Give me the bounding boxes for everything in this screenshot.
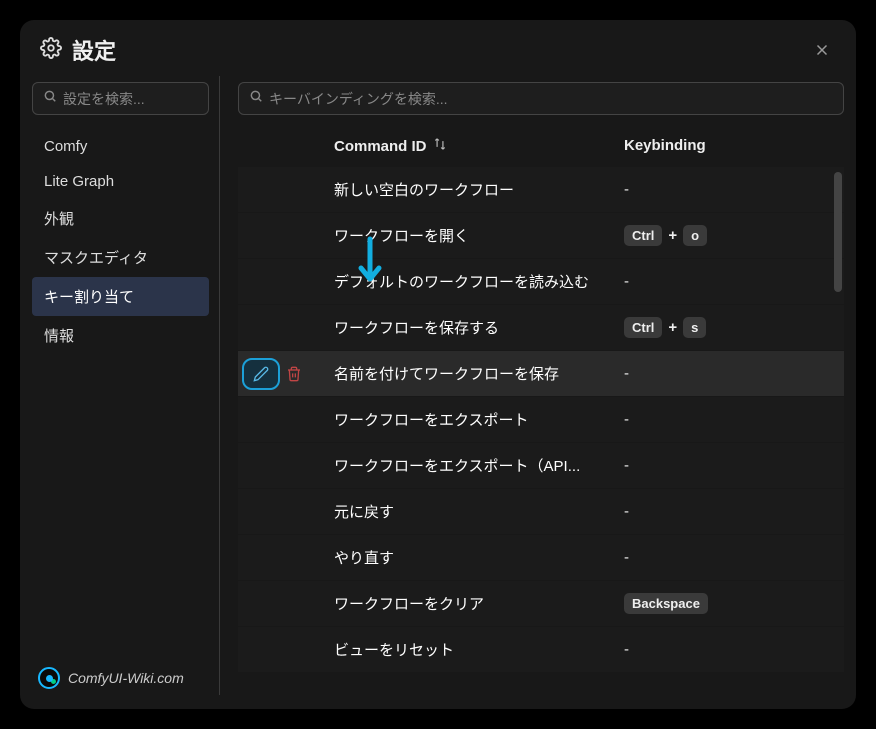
table-row[interactable]: やり直す-: [238, 535, 844, 580]
delete-keybinding-button[interactable]: [286, 366, 302, 382]
keybinding-search-input[interactable]: [269, 91, 833, 107]
keybinding-cell: Ctrl+o: [624, 225, 844, 246]
table-row[interactable]: 新しい空白のワークフロー-: [238, 167, 844, 212]
keybinding-cell: -: [624, 641, 844, 658]
trash-icon: [286, 366, 302, 382]
keybinding-cell: Ctrl+s: [624, 317, 844, 338]
command-label: 名前を付けてワークフローを保存: [334, 363, 624, 384]
keybinding-cell: -: [624, 457, 844, 474]
sidebar-item[interactable]: 外観: [32, 199, 209, 238]
page-title: 設定: [72, 34, 808, 66]
keybinding-cell: -: [624, 503, 844, 520]
sidebar-item[interactable]: 情報: [32, 316, 209, 355]
command-label: ワークフローを開く: [334, 225, 624, 246]
table-row[interactable]: ワークフローを保存するCtrl+s: [238, 305, 844, 350]
table-row[interactable]: ワークフローをクリアBackspace: [238, 581, 844, 626]
table-row[interactable]: デフォルトのワークフローを読み込む-: [238, 259, 844, 304]
key-chip: o: [683, 225, 707, 246]
command-label: 元に戻す: [334, 501, 624, 522]
keybinding-cell: -: [624, 181, 844, 198]
table-row[interactable]: 元に戻す-: [238, 489, 844, 534]
sidebar-item[interactable]: マスクエディタ: [32, 238, 209, 277]
close-button[interactable]: [808, 36, 836, 64]
edit-keybinding-button[interactable]: [242, 358, 280, 390]
command-label: ワークフローをエクスポート: [334, 409, 624, 430]
keybinding-cell: -: [624, 411, 844, 428]
key-chip: Ctrl: [624, 225, 662, 246]
sort-icon: [433, 137, 447, 155]
key-chip: s: [683, 317, 706, 338]
key-chip: Ctrl: [624, 317, 662, 338]
watermark-logo-icon: [38, 667, 60, 689]
keybinding-search[interactable]: [238, 82, 844, 115]
main-panel: Command ID Keybinding 新しい空白のワークフロー-ワークフロ…: [220, 76, 844, 695]
pencil-icon: [253, 366, 269, 382]
keybinding-cell: -: [624, 273, 844, 290]
settings-window: 設定 ComfyLite Graph外観マスクエディタキー割り当て情報 Comf…: [20, 20, 856, 709]
content: ComfyLite Graph外観マスクエディタキー割り当て情報 ComfyUI…: [20, 76, 856, 709]
watermark: ComfyUI-Wiki.com: [38, 667, 184, 689]
sidebar-item[interactable]: キー割り当て: [32, 277, 209, 316]
table-row[interactable]: ビューをリセット-: [238, 627, 844, 672]
gear-icon: [40, 37, 62, 64]
table-header: Command ID Keybinding: [238, 127, 844, 167]
key-chip: Backspace: [624, 593, 708, 614]
command-label: 新しい空白のワークフロー: [334, 179, 624, 200]
sidebar-search-input[interactable]: [63, 91, 198, 107]
keybinding-cell: -: [624, 365, 844, 382]
search-icon: [249, 89, 263, 108]
command-label: ワークフローを保存する: [334, 317, 624, 338]
keybinding-cell: Backspace: [624, 593, 844, 614]
command-label: やり直す: [334, 547, 624, 568]
keybinding-cell: -: [624, 549, 844, 566]
keybinding-table: Command ID Keybinding 新しい空白のワークフロー-ワークフロ…: [238, 127, 844, 695]
sidebar-item[interactable]: Comfy: [32, 129, 209, 164]
table-row[interactable]: ワークフローを開くCtrl+o: [238, 213, 844, 258]
table-row[interactable]: ワークフローをエクスポート（API...-: [238, 443, 844, 488]
sidebar: ComfyLite Graph外観マスクエディタキー割り当て情報 ComfyUI…: [32, 76, 220, 695]
sidebar-search[interactable]: [32, 82, 209, 115]
sidebar-nav: ComfyLite Graph外観マスクエディタキー割り当て情報: [32, 129, 209, 355]
titlebar: 設定: [20, 20, 856, 76]
table-body: 新しい空白のワークフロー-ワークフローを開くCtrl+oデフォルトのワークフロー…: [238, 167, 844, 672]
command-label: ワークフローをクリア: [334, 593, 624, 614]
command-label: ビューをリセット: [334, 639, 624, 660]
sidebar-item[interactable]: Lite Graph: [32, 164, 209, 199]
col-header-keybinding[interactable]: Keybinding: [624, 137, 844, 155]
table-row[interactable]: ワークフローをエクスポート-: [238, 397, 844, 442]
col-header-command[interactable]: Command ID: [334, 137, 624, 155]
table-row[interactable]: 名前を付けてワークフローを保存-: [238, 351, 844, 396]
search-icon: [43, 89, 57, 108]
scrollbar[interactable]: [834, 172, 842, 695]
watermark-text: ComfyUI-Wiki.com: [68, 670, 184, 686]
command-label: ワークフローをエクスポート（API...: [334, 455, 624, 476]
scrollbar-thumb[interactable]: [834, 172, 842, 292]
command-label: デフォルトのワークフローを読み込む: [334, 271, 624, 292]
